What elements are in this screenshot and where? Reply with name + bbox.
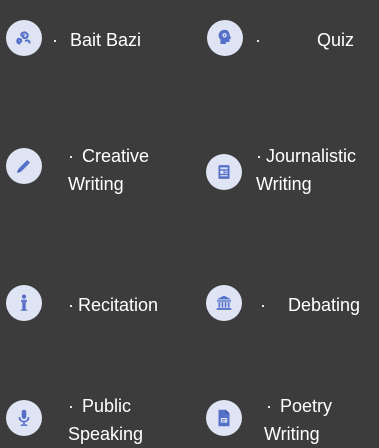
activity-creative-writing[interactable]: · Creative Writing	[6, 144, 186, 204]
activity-title-line2: Speaking	[68, 424, 144, 444]
activity-title: Recitation	[78, 295, 159, 315]
activity-quiz[interactable]: · Quiz	[207, 20, 377, 60]
activity-title-line2: Writing	[68, 174, 124, 194]
bullet-dot: ·	[68, 295, 74, 315]
activity-title: Quiz	[317, 30, 355, 50]
activity-title-line2: Writing	[256, 174, 312, 194]
activity-label: · Bait Bazi	[52, 28, 141, 52]
activity-title: Public	[82, 396, 132, 416]
activity-label: ·	[260, 293, 274, 317]
brain-swirl-icon	[6, 20, 42, 56]
bullet-dot: ·	[68, 146, 74, 166]
activity-title: Poetry	[280, 396, 333, 416]
activity-poetry-writing[interactable]: · Poetry Writing	[206, 392, 379, 448]
microphone-icon	[6, 400, 42, 436]
bullet-dot: ·	[256, 146, 262, 166]
document-icon	[206, 400, 242, 436]
bullet-dot: ·	[266, 396, 272, 416]
activity-title: Journalistic	[266, 146, 357, 166]
activity-label: · Poetry	[266, 394, 332, 418]
activity-label: ·	[255, 28, 269, 52]
activity-label: · Recitation	[68, 293, 158, 317]
activity-title: Bait Bazi	[70, 30, 142, 50]
activity-bait-bazi[interactable]: · Bait Bazi	[6, 20, 186, 60]
institution-icon	[206, 285, 242, 321]
newspaper-icon	[206, 154, 242, 190]
bullet-dot: ·	[255, 30, 261, 50]
activity-label: · Public	[68, 394, 131, 418]
activity-title: Creative	[82, 146, 150, 166]
bullet-dot: ·	[52, 30, 58, 50]
head-idea-icon	[207, 20, 243, 56]
activity-title-line2: Writing	[264, 424, 320, 444]
activity-recitation[interactable]: · Recitation	[6, 285, 186, 325]
activity-journalistic-writing[interactable]: · Journalistic Writing	[206, 144, 379, 204]
activity-label: · Creative	[68, 144, 149, 168]
activity-title: Debating	[288, 295, 361, 315]
activity-public-speaking[interactable]: · Public Speaking	[6, 392, 186, 448]
activity-label: · Journalistic	[256, 144, 356, 168]
bullet-dot: ·	[68, 396, 74, 416]
bullet-dot: ·	[260, 295, 266, 315]
activity-debating[interactable]: · Debating	[206, 285, 379, 325]
speaker-person-icon	[6, 285, 42, 321]
pencil-icon	[6, 148, 42, 184]
